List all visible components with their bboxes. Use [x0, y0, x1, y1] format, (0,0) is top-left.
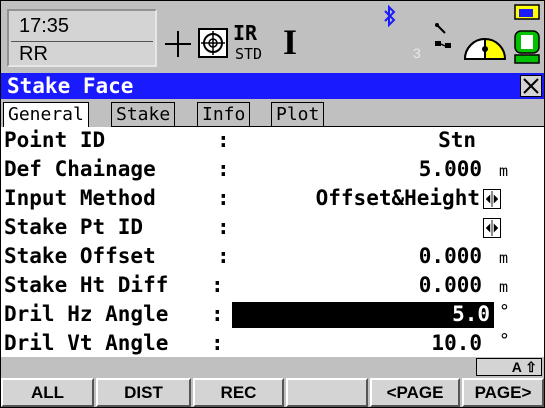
field-unit: m	[499, 162, 509, 180]
field-colon: :	[217, 157, 230, 181]
ppm-indicator[interactable]: I	[283, 23, 297, 61]
field-value[interactable]: 0.000	[419, 273, 482, 297]
field-colon: :	[211, 273, 224, 297]
field-value[interactable]: 5.000	[419, 157, 482, 181]
field-stake-offset[interactable]: Stake Offset : 0.000 m	[1, 243, 544, 272]
close-button[interactable]	[520, 75, 542, 97]
instrument-screen: 17:35 RR IR STD I 3 Stake Face General S…	[0, 0, 545, 408]
field-colon: :	[217, 128, 230, 152]
field-value[interactable]: Stn	[438, 128, 476, 152]
field-value[interactable]: 10.0	[431, 331, 482, 355]
softkey-bar: ALL DIST REC <PAGE PAGE>	[1, 378, 544, 407]
field-value: 5.0	[452, 302, 490, 326]
field-value[interactable]: 0.000	[419, 244, 482, 268]
field-label: Stake Ht Diff	[4, 273, 169, 297]
field-label: Stake Offset	[4, 244, 156, 268]
prism-target-icon[interactable]	[197, 27, 229, 59]
field-dril-hz-angle[interactable]: Dril Hz Angle : 5.0 °	[1, 301, 544, 330]
field-unit: m	[499, 249, 509, 267]
crosshair-icon[interactable]	[163, 29, 193, 59]
field-label: Dril Hz Angle	[4, 302, 169, 326]
field-label: Def Chainage	[4, 157, 156, 181]
sun-clock-icon[interactable]	[461, 23, 509, 63]
field-colon: :	[211, 302, 224, 326]
field-colon: :	[217, 244, 230, 268]
field-label: Stake Pt ID	[4, 215, 144, 239]
prism-type-label[interactable]: IR	[233, 21, 257, 45]
clock-time: 17:35	[19, 15, 70, 37]
battery-icon[interactable]	[513, 3, 541, 65]
tab-bar: General Stake Info Plot	[1, 99, 544, 127]
field-def-chainage[interactable]: Def Chainage : 5.000 m	[1, 156, 544, 185]
tab-general[interactable]: General	[3, 102, 89, 127]
field-value[interactable]: Offset&Height	[316, 186, 480, 210]
input-mode-bar: A ⇧	[1, 357, 544, 377]
softkey-empty[interactable]	[286, 378, 368, 407]
time-profile-box[interactable]: 17:35 RR	[7, 9, 157, 67]
field-stake-pt-id[interactable]: Stake Pt ID :	[1, 214, 544, 243]
input-mode-indicator: A ⇧	[476, 358, 542, 376]
softkey-dist[interactable]: DIST	[96, 378, 191, 407]
field-label: Input Method	[4, 186, 156, 210]
field-unit: °	[499, 330, 510, 351]
softkey-prev-page[interactable]: <PAGE	[370, 378, 460, 407]
softkey-rec[interactable]: REC	[193, 378, 284, 407]
status-bar: 17:35 RR IR STD I 3	[1, 1, 544, 73]
close-icon	[523, 78, 539, 94]
field-colon: :	[211, 331, 224, 355]
tab-plot[interactable]: Plot	[271, 102, 325, 126]
page-title: Stake Face	[7, 74, 134, 98]
field-unit: m	[499, 278, 509, 296]
field-list: Point ID : Stn Def Chainage : 5.000 m In…	[1, 127, 544, 357]
profile-label: RR	[19, 43, 48, 65]
field-label: Dril Vt Angle	[4, 331, 169, 355]
field-unit: °	[499, 301, 510, 322]
field-dril-vt-angle[interactable]: Dril Vt Angle : 10.0 °	[1, 330, 544, 359]
tab-stake[interactable]: Stake	[111, 102, 176, 126]
bluetooth-icon[interactable]	[383, 5, 397, 27]
title-bar: Stake Face	[1, 73, 544, 99]
network-icon[interactable]	[429, 19, 457, 55]
tab-info[interactable]: Info	[197, 102, 251, 126]
field-colon: :	[217, 215, 230, 239]
choice-selector-icon[interactable]	[483, 218, 501, 238]
field-label: Point ID	[4, 128, 106, 152]
softkey-all[interactable]: ALL	[1, 378, 94, 407]
satellite-count: 3	[413, 45, 421, 61]
field-stake-ht-diff[interactable]: Stake Ht Diff : 0.000 m	[1, 272, 544, 301]
field-colon: :	[217, 186, 230, 210]
softkey-next-page[interactable]: PAGE>	[462, 378, 544, 407]
prism-constant-label[interactable]: STD	[235, 45, 262, 63]
choice-selector-icon[interactable]	[483, 189, 501, 209]
time-divider	[11, 41, 153, 42]
field-input-method[interactable]: Input Method : Offset&Height	[1, 185, 544, 214]
selected-field-value[interactable]: 5.0	[232, 302, 494, 328]
field-point-id[interactable]: Point ID : Stn	[1, 127, 544, 156]
